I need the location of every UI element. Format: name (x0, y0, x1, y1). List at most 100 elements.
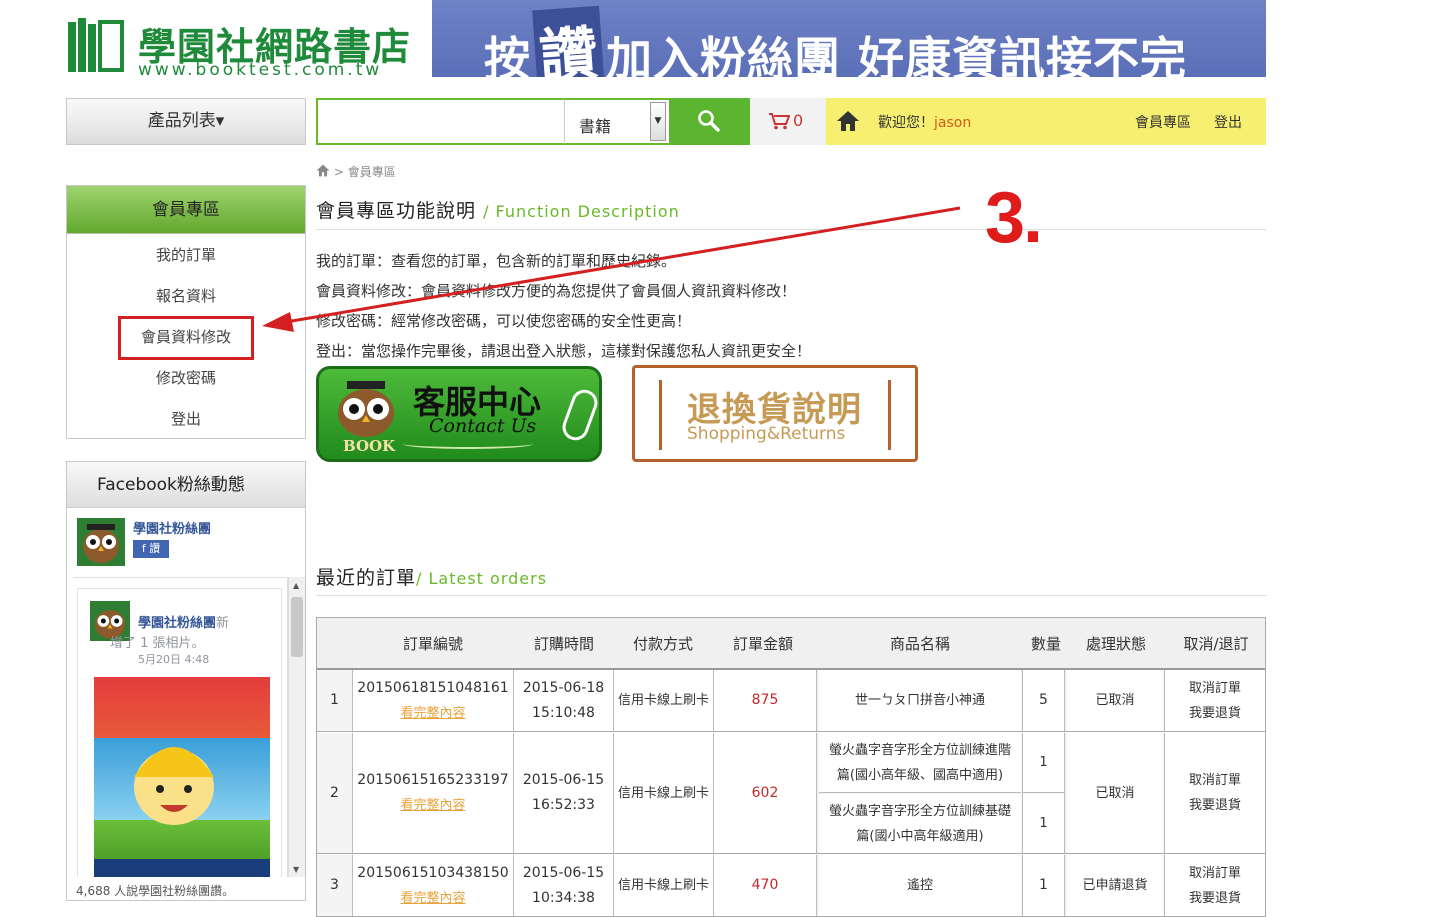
return-goods-button[interactable]: 我要退貨 (1189, 793, 1241, 818)
amount-cell: 875 (714, 670, 817, 731)
orders-table: 訂單編號 訂購時間 付款方式 訂單金額 商品名稱 數量 處理狀態 取消/退訂 1… (316, 617, 1266, 917)
product-cell: 遙控 (817, 855, 1023, 916)
payment-cell: 信用卡線上刷卡 (614, 855, 714, 916)
cart-icon (769, 113, 790, 130)
status-cell: 已取消 (1065, 733, 1165, 853)
view-details-link[interactable]: 看完整內容 (400, 701, 465, 726)
search-icon (698, 110, 720, 132)
home-icon[interactable] (316, 164, 330, 177)
col-payment: 付款方式 (632, 635, 694, 653)
feed-scrollbar[interactable]: ▲ ▼ (288, 577, 305, 877)
qty-cell: 1 1 (1023, 733, 1065, 853)
shopping-returns-label: Shopping&Returns (687, 424, 846, 444)
member-zone-link[interactable]: 會員專區 (1135, 112, 1191, 132)
amount-cell: 470 (714, 855, 817, 916)
chevron-down-icon[interactable]: ▼ (650, 102, 666, 141)
owl-avatar-icon[interactable] (77, 518, 125, 566)
qty-value: 1 (1023, 794, 1064, 853)
cancel-order-button[interactable]: 取消訂單 (1189, 676, 1241, 701)
table-header: 訂單編號 訂購時間 付款方式 訂單金額 商品名稱 數量 處理狀態 取消/退訂 (317, 618, 1265, 670)
facebook-page-name[interactable]: 學園社粉絲團 (133, 518, 211, 537)
post-text: 增了 1 張相片。 (110, 636, 205, 651)
orders-title: 最近的訂單/ Latest orders (316, 567, 548, 589)
post-author[interactable]: 學園社粉絲團新 (138, 612, 229, 631)
order-id: 20150615103438150 (357, 864, 509, 881)
function-title: 會員專區功能說明 / Function Description (316, 200, 680, 222)
product-name: 遙控 (819, 855, 1021, 916)
facebook-like-button[interactable]: f 讚 (133, 540, 169, 558)
logo-books-icon (68, 18, 124, 72)
order-time-cell: 2015-06-15 16:52:33 (514, 733, 614, 853)
col-amount: 訂單金額 (732, 635, 794, 653)
menu-item-registration[interactable]: 報名資料 (67, 285, 305, 306)
qty-cell: 5 (1023, 670, 1065, 731)
return-goods-button[interactable]: 我要退貨 (1189, 886, 1241, 911)
order-id: 20150615165233197 (357, 772, 509, 788)
divider (316, 595, 1266, 596)
cancel-order-button[interactable]: 取消訂單 (1189, 768, 1241, 793)
site-logo[interactable]: 學園社網路書店 www.booktest.com.tw (66, 14, 418, 80)
order-id-cell: 20150618151048161 看完整內容 (353, 670, 514, 731)
status-cell: 已取消 (1065, 670, 1165, 731)
table-row: 1 20150618151048161 看完整內容 2015-06-18 15:1… (317, 670, 1265, 732)
qty-value: 1 (1023, 733, 1064, 793)
banner-text: 按讚加入粉絲團 好康資訊接不完 (484, 5, 1187, 77)
facebook-like-count: 4,688 人說學園社粉絲團讚。 (76, 884, 235, 898)
status-badge: 已申請退貨 (1067, 855, 1163, 916)
home-icon[interactable] (836, 110, 860, 132)
owl-icon (338, 381, 394, 437)
menu-item-change-password[interactable]: 修改密碼 (67, 367, 305, 388)
member-bar: 歡迎您！jason 會員專區 登出 (826, 98, 1266, 145)
col-cancel: 取消/退訂 (1183, 635, 1249, 653)
desc-my-orders: 我的訂單：查看您的訂單，包含新的訂單和歷史紀錄。 (316, 252, 677, 270)
facebook-panel-title: Facebook粉絲動態 (67, 462, 305, 508)
category-select[interactable]: 書籍 ▼ (564, 98, 670, 145)
scroll-down-icon[interactable]: ▼ (293, 865, 299, 874)
menu-item-my-orders[interactable]: 我的訂單 (67, 244, 305, 265)
category-selected: 書籍 (579, 117, 612, 136)
menu-item-logout[interactable]: 登出 (67, 408, 305, 429)
scroll-up-icon[interactable]: ▲ (293, 581, 299, 590)
bracket-left (659, 380, 662, 450)
member-menu: 會員專區 我的訂單 報名資料 會員資料修改 修改密碼 登出 (66, 185, 306, 439)
breadcrumb: > 會員專區 (316, 163, 396, 180)
product-cell: 世一ㄅㄆㄇ拼音小神通 (817, 670, 1023, 731)
post-date[interactable]: 5月20日 4:48 (138, 651, 209, 667)
logout-link[interactable]: 登出 (1214, 112, 1242, 132)
status-badge: 已取消 (1067, 670, 1163, 731)
desc-logout: 登出：當您操作完畢後，請退出登入狀態，這樣對保護您私人資訊更安全！ (316, 342, 812, 360)
search-input[interactable] (318, 100, 566, 143)
table-row: 3 20150615103438150 看完整內容 2015-06-15 10:3… (317, 855, 1265, 917)
product-name: 世一ㄅㄆㄇ拼音小神通 (819, 670, 1021, 731)
payment-cell: 信用卡線上刷卡 (614, 733, 714, 853)
search-button[interactable] (669, 98, 750, 145)
view-details-link[interactable]: 看完整內容 (400, 886, 465, 911)
product-name: 螢火蟲字音字形全方位訓練進階篇(國小高年級、國高中適用) (819, 733, 1021, 793)
book-label: BOOK (343, 437, 396, 455)
shopping-cart[interactable]: 0 (750, 98, 826, 145)
bracket-right (888, 380, 891, 450)
row-number: 1 (317, 670, 353, 731)
customer-service-button[interactable]: 客服中心 Contact Us BOOK (316, 366, 602, 462)
qty-cell: 1 (1023, 855, 1065, 916)
order-time-cell: 2015-06-18 15:10:48 (514, 670, 614, 731)
post-photo[interactable] (94, 677, 270, 877)
col-qty: 數量 (1030, 635, 1062, 653)
facebook-like-banner[interactable]: 按讚加入粉絲團 好康資訊接不完 (432, 0, 1266, 77)
view-details-link[interactable]: 看完整內容 (400, 793, 465, 818)
desc-change-password: 修改密碼：經常修改密碼，可以使您密碼的安全性更高！ (316, 312, 692, 330)
cart-count: 0 (793, 111, 804, 130)
facebook-feed[interactable]: 學園社粉絲團新 增了 1 張相片。 5月20日 4:48 (73, 577, 288, 877)
cancel-order-button[interactable]: 取消訂單 (1189, 861, 1241, 886)
order-id-cell: 20150615103438150 看完整內容 (353, 855, 514, 916)
product-list-dropdown[interactable]: 產品列表▾ (66, 98, 306, 145)
logo-url: www.booktest.com.tw (138, 60, 383, 80)
order-time-cell: 2015-06-15 10:34:38 (514, 855, 614, 916)
return-goods-button[interactable]: 我要退貨 (1189, 701, 1241, 726)
return-policy-button[interactable]: 退換貨說明 Shopping&Returns (632, 365, 918, 462)
scroll-thumb[interactable] (291, 597, 303, 657)
contact-us-label: Contact Us (429, 415, 537, 437)
desc-edit-profile: 會員資料修改：會員資料修改方便的為您提供了會員個人資訊資料修改！ (316, 282, 797, 300)
welcome-text: 歡迎您！jason (878, 115, 972, 131)
col-order-id: 訂單編號 (402, 635, 464, 653)
